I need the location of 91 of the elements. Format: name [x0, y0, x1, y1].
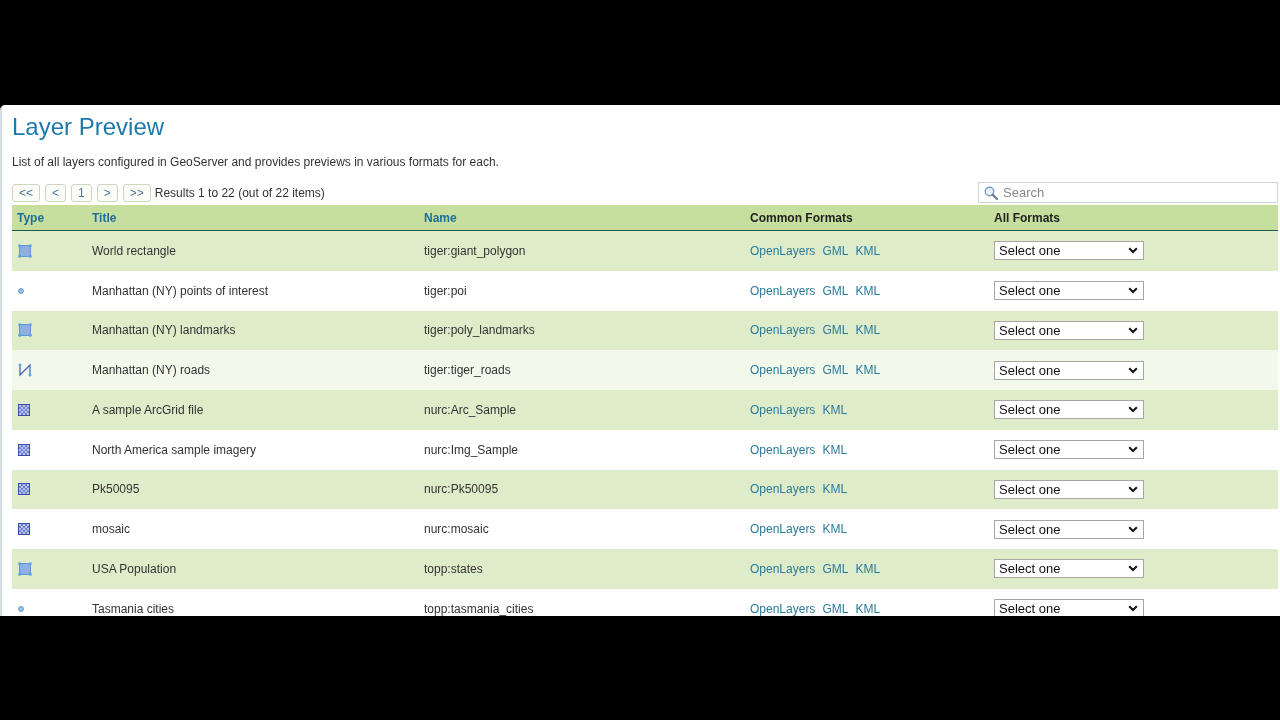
- layer-name: tiger:poi: [424, 283, 467, 298]
- format-link[interactable]: OpenLayers: [750, 601, 816, 616]
- results-summary: Results 1 to 22 (out of 22 items): [154, 185, 325, 200]
- format-dropdown[interactable]: Select one: [994, 440, 1144, 460]
- layer-name: nurc:Arc_Sample: [424, 402, 517, 417]
- format-link[interactable]: KML: [822, 442, 848, 457]
- format-link[interactable]: OpenLayers: [750, 363, 816, 378]
- format-link[interactable]: KML: [855, 243, 881, 258]
- format-link[interactable]: OpenLayers: [750, 442, 816, 457]
- chevron-down-icon: [1128, 565, 1138, 573]
- format-link[interactable]: GML: [822, 601, 849, 616]
- checkered-square-icon: [18, 403, 30, 416]
- format-dropdown[interactable]: Select one: [994, 519, 1144, 539]
- format-link[interactable]: KML: [822, 482, 848, 497]
- layer-name: tiger:giant_polygon: [424, 243, 526, 258]
- format-link[interactable]: GML: [822, 323, 849, 338]
- chevron-down-icon: [1128, 525, 1138, 533]
- format-link[interactable]: KML: [822, 522, 848, 537]
- pager-button[interactable]: 1: [71, 183, 92, 202]
- square-icon: [18, 323, 32, 338]
- chevron-down-icon: [1128, 326, 1138, 334]
- chevron-down-icon: [1128, 446, 1138, 454]
- format-link[interactable]: OpenLayers: [750, 243, 816, 258]
- page-description: List of all layers configured in GeoServer and provides previews in various formats for each.: [12, 154, 500, 170]
- column-header: All Formats: [994, 210, 1060, 225]
- column-header: Common Formats: [750, 210, 853, 225]
- format-link[interactable]: KML: [855, 363, 881, 378]
- format-link[interactable]: KML: [822, 402, 848, 417]
- format-dropdown[interactable]: Select one: [994, 599, 1144, 616]
- layer-title: World rectangle: [92, 243, 176, 258]
- layer-title: USA Population: [92, 561, 177, 576]
- layer-title: Pk50095: [92, 482, 140, 497]
- format-link[interactable]: KML: [855, 601, 881, 616]
- layer-name: tiger:tiger_roads: [424, 363, 511, 378]
- layer-title: Tasmania cities: [92, 601, 175, 616]
- format-link[interactable]: GML: [822, 561, 849, 576]
- pager-button[interactable]: <<: [12, 183, 40, 202]
- chevron-down-icon: [1128, 406, 1138, 414]
- layer-name: nurc:Pk50095: [424, 482, 499, 497]
- format-link[interactable]: OpenLayers: [750, 402, 816, 417]
- column-header[interactable]: Name: [424, 210, 457, 225]
- layer-name: nurc:mosaic: [424, 522, 489, 537]
- checkered-square-icon: [18, 443, 30, 456]
- format-dropdown[interactable]: Select one: [994, 320, 1144, 340]
- format-link[interactable]: OpenLayers: [750, 482, 816, 497]
- square-icon: [18, 561, 32, 576]
- pager-button[interactable]: >>: [122, 183, 151, 202]
- layer-name: topp:states: [424, 561, 483, 576]
- search-field[interactable]: Search: [978, 182, 1278, 203]
- format-dropdown[interactable]: Select one: [994, 479, 1144, 499]
- layer-name: nurc:Img_Sample: [424, 442, 519, 457]
- format-link[interactable]: GML: [822, 243, 849, 258]
- zigzag-line-icon: [18, 363, 32, 378]
- column-header[interactable]: Title: [92, 210, 117, 225]
- chevron-down-icon: [1128, 485, 1138, 493]
- format-link[interactable]: OpenLayers: [750, 522, 816, 537]
- format-dropdown[interactable]: Select one: [994, 559, 1144, 579]
- checkered-square-icon: [18, 523, 30, 536]
- chevron-down-icon: [1128, 287, 1138, 295]
- format-link[interactable]: OpenLayers: [750, 283, 816, 298]
- layer-title: Manhattan (NY) points of interest: [92, 283, 269, 298]
- format-link[interactable]: KML: [855, 283, 881, 298]
- format-link[interactable]: GML: [822, 363, 849, 378]
- format-dropdown[interactable]: Select one: [994, 241, 1144, 261]
- checkered-square-icon: [18, 483, 30, 496]
- search-icon: [984, 186, 998, 200]
- page-title: Layer Preview: [12, 112, 166, 142]
- layer-name: topp:tasmania_cities: [424, 601, 534, 616]
- format-link[interactable]: OpenLayers: [750, 323, 816, 338]
- layer-title: mosaic: [92, 522, 130, 537]
- format-dropdown[interactable]: Select one: [994, 281, 1144, 301]
- format-link[interactable]: KML: [855, 323, 881, 338]
- layer-title: A sample ArcGrid file: [92, 402, 204, 417]
- format-dropdown[interactable]: Select one: [994, 400, 1144, 420]
- format-link[interactable]: KML: [855, 561, 881, 576]
- pager-button[interactable]: <: [45, 183, 67, 202]
- pager-button[interactable]: >: [96, 183, 118, 202]
- chevron-down-icon: [1128, 605, 1138, 613]
- layer-title: Manhattan (NY) roads: [92, 363, 211, 378]
- format-link[interactable]: OpenLayers: [750, 561, 816, 576]
- column-header[interactable]: Type: [17, 210, 45, 225]
- format-link[interactable]: GML: [822, 283, 849, 298]
- layer-title: North America sample imagery: [92, 442, 257, 457]
- chevron-down-icon: [1128, 366, 1138, 374]
- layer-name: tiger:poly_landmarks: [424, 323, 535, 338]
- dot-icon: [18, 287, 24, 294]
- chevron-down-icon: [1128, 247, 1138, 255]
- layer-title: Manhattan (NY) landmarks: [92, 323, 236, 338]
- square-icon: [18, 243, 32, 258]
- dot-icon: [18, 605, 24, 612]
- format-dropdown[interactable]: Select one: [994, 360, 1144, 380]
